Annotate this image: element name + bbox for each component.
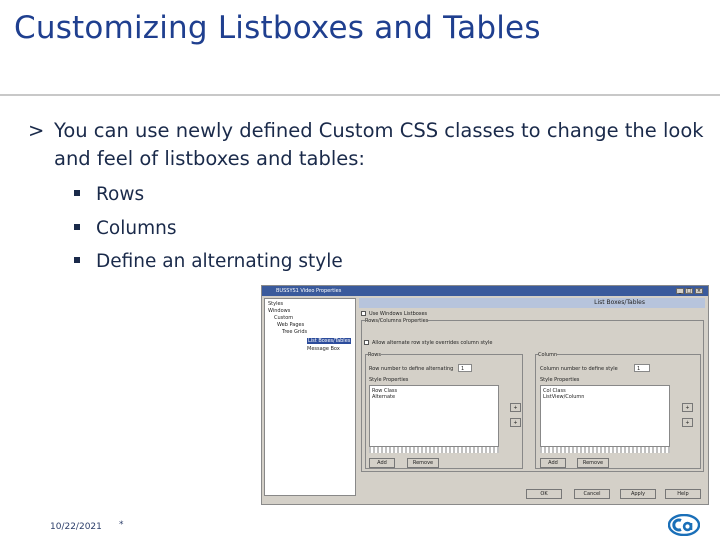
checkbox-label: Use Windows Listboxes [369,311,428,317]
rows-group-label: Rows [368,352,382,358]
rows-list-label: Style Properties [369,377,409,383]
tree-item[interactable]: Tree Grids [282,329,307,335]
tree-item[interactable]: Windows [268,308,290,314]
columns-list-scrollbar[interactable] [540,447,670,453]
cancel-button[interactable]: Cancel [574,489,610,499]
tree-item-selected[interactable]: List Boxes/Tables [307,338,352,344]
dialog-title: BUSSYS1 Video Properties [276,288,342,294]
apply-button[interactable]: Apply [620,489,656,499]
tree-item[interactable]: Styles [268,301,283,307]
checkbox-label: Allow alternate row style overrides colu… [372,340,493,346]
rows-add-button[interactable]: Add [369,458,395,468]
square-bullet-icon [74,190,80,196]
rows-list-scrollbar[interactable] [369,447,499,453]
columns-number-input[interactable]: 1 [634,364,650,372]
rows-number-value: 1 [461,366,465,372]
columns-style-list[interactable]: Col Class ListView/Column [540,385,670,447]
maximize-icon[interactable]: □ [685,288,693,294]
sub-bullet-rows: Rows [74,184,144,205]
footer-date: 10/22/2021 [50,522,102,532]
sub-bullet-label: Define an alternating style [96,251,343,272]
ok-button[interactable]: OK [526,489,562,499]
columns-add-button[interactable]: Add [540,458,566,468]
panel-header: List Boxes/Tables [359,298,705,308]
columns-field-label: Column number to define style [540,366,618,372]
alternate-style-checkbox[interactable] [364,340,369,345]
columns-group-label: Column [538,352,558,358]
columns-number-value: 1 [637,366,641,372]
list-item[interactable]: ListView/Column [543,394,584,400]
list-item[interactable]: Alternate [372,394,395,400]
minimize-icon[interactable]: _ [676,288,684,294]
dialog-titlebar: BUSSYS1 Video Properties _ □ × [262,286,708,296]
tree-item[interactable]: Custom [274,315,293,321]
rows-add-plus-button[interactable]: + [510,403,521,412]
tree-item[interactable]: Web Pages [277,322,304,328]
slide-title: Customizing Listboxes and Tables [14,10,541,46]
square-bullet-icon [74,224,80,230]
ca-logo-icon [668,514,700,536]
columns-remove-plus-button[interactable]: + [682,418,693,427]
main-bullet-text: You can use newly defined Custom CSS cla… [54,119,704,170]
columns-remove-button[interactable]: Remove [577,458,609,468]
help-button[interactable]: Help [665,489,701,499]
rows-style-list[interactable]: Row Class Alternate [369,385,499,447]
windows-listbox-checkbox[interactable] [361,311,366,316]
footer-page-number: * [119,520,124,530]
settings-tree[interactable]: Styles Windows Custom Web Pages Tree Gri… [264,298,356,496]
properties-dialog-screenshot: BUSSYS1 Video Properties _ □ × Styles Wi… [261,285,709,505]
rows-remove-plus-button[interactable]: + [510,418,521,427]
columns-add-plus-button[interactable]: + [682,403,693,412]
main-bullet: > You can use newly defined Custom CSS c… [28,117,708,173]
tree-item[interactable]: Message Box [307,346,340,352]
rows-remove-button[interactable]: Remove [407,458,439,468]
sub-bullet-columns: Columns [74,218,177,239]
columns-list-label: Style Properties [540,377,580,383]
title-divider [0,94,720,96]
close-icon[interactable]: × [695,288,703,294]
sub-bullet-alternating: Define an alternating style [74,251,343,272]
group-label: Rows/Columns Properties [365,318,429,324]
rows-number-input[interactable]: 1 [458,364,472,372]
bullet-arrow-icon: > [28,119,45,142]
sub-bullet-label: Rows [96,184,145,205]
sub-bullet-label: Columns [96,218,177,239]
rows-field-label: Row number to define alternating [369,366,454,372]
square-bullet-icon [74,257,80,263]
